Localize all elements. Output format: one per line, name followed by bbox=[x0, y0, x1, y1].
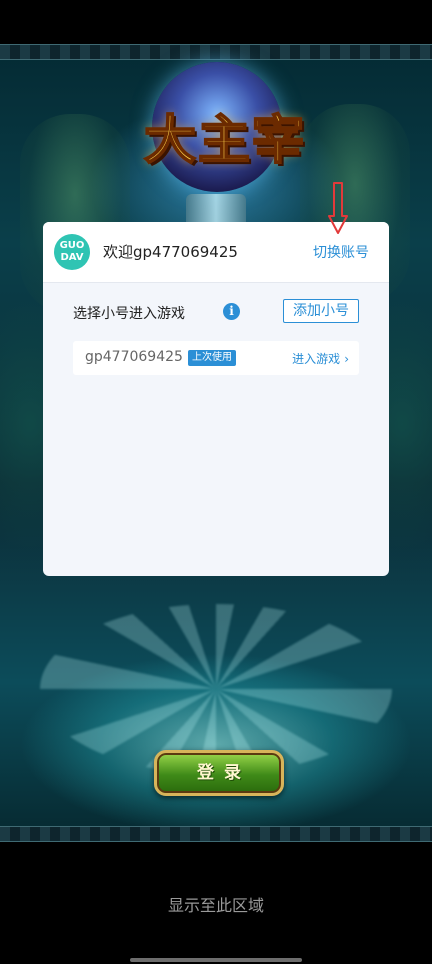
app-logo-icon: GUO DAV bbox=[54, 234, 90, 270]
portal-swirl bbox=[40, 604, 392, 774]
last-used-badge: 上次使用 bbox=[188, 350, 236, 366]
login-button[interactable]: 登录 bbox=[154, 750, 284, 796]
home-indicator[interactable] bbox=[130, 958, 302, 962]
section-title: 选择小号进入游戏 bbox=[73, 306, 185, 322]
chevron-right-icon: › bbox=[344, 352, 349, 366]
annotation-down-arrow-icon bbox=[328, 182, 348, 234]
switch-account-link[interactable]: 切换账号 bbox=[313, 242, 369, 262]
bottom-decorative-border bbox=[0, 826, 432, 842]
account-select-dialog: GUO DAV 欢迎gp477069425 切换账号 选择小号进入游戏 i 添加… bbox=[43, 222, 389, 576]
enter-game-link[interactable]: 进入游戏 › bbox=[292, 350, 349, 367]
enter-game-label: 进入游戏 bbox=[292, 352, 341, 366]
add-sub-account-button[interactable]: 添加小号 bbox=[283, 299, 359, 323]
bottom-hint-text: 显示至此区域 bbox=[167, 896, 264, 915]
app-logo-text: GUO DAV bbox=[59, 240, 85, 263]
welcome-text: 欢迎gp477069425 bbox=[103, 243, 238, 261]
info-icon[interactable]: i bbox=[223, 303, 240, 320]
account-list-item[interactable]: gp477069425 上次使用 进入游戏 › bbox=[73, 341, 359, 375]
account-name: gp477069425 bbox=[85, 349, 183, 365]
section-row: 选择小号进入游戏 i 添加小号 bbox=[73, 299, 359, 325]
game-logo-title: 大主宰 bbox=[143, 109, 306, 172]
top-decorative-border bbox=[0, 44, 432, 60]
